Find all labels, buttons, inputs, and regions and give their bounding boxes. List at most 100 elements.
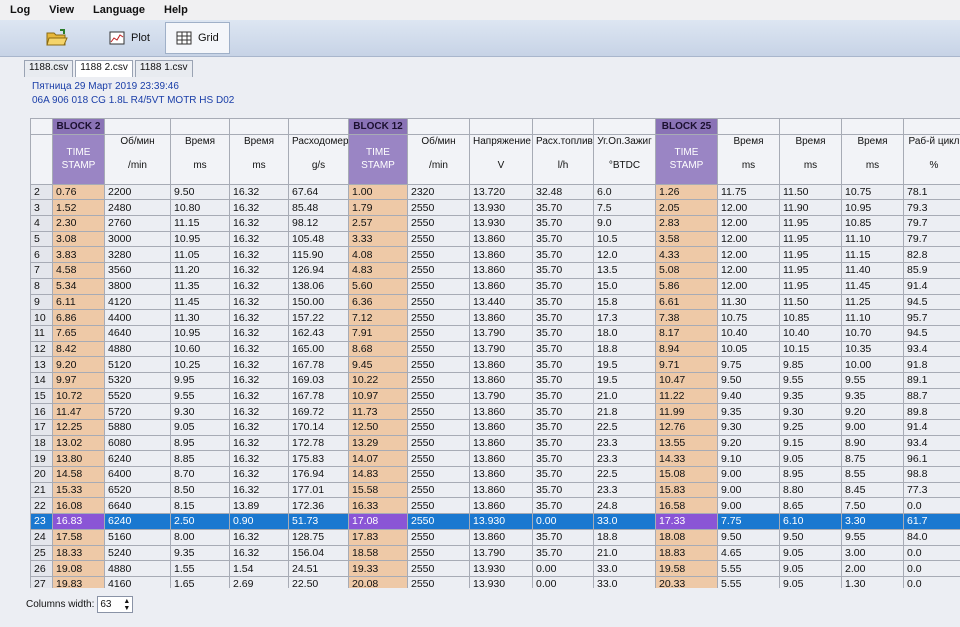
grid-cell[interactable]: 9.75 xyxy=(717,356,780,373)
grid-cell[interactable]: 167.78 xyxy=(288,356,349,373)
grid-cell[interactable]: 16.32 xyxy=(229,215,289,232)
grid-cell[interactable]: 33.0 xyxy=(593,513,656,530)
grid-cell[interactable]: 9.55 xyxy=(170,387,230,405)
grid-cell[interactable]: 2550 xyxy=(407,340,470,358)
grid-cell[interactable]: 4640 xyxy=(104,324,171,342)
grid-cell[interactable]: 14.07 xyxy=(348,450,408,468)
grid-cell[interactable]: 7.12 xyxy=(348,309,408,326)
grid-cell[interactable]: 2.00 xyxy=(841,560,904,577)
grid-cell[interactable]: 8.42 xyxy=(52,340,105,358)
grid-cell[interactable]: 21.0 xyxy=(593,544,656,562)
grid-cell[interactable]: 11.10 xyxy=(841,230,904,248)
grid-cell[interactable]: 8.95 xyxy=(170,434,230,452)
grid-cell[interactable]: 13.860 xyxy=(469,466,533,483)
tab-file-1188-1[interactable]: 1188 1.csv xyxy=(134,60,193,77)
grid-cell[interactable]: 18.83 xyxy=(655,544,718,562)
grid-cell[interactable]: 19.5 xyxy=(593,371,656,389)
grid-cell[interactable]: 9.00 xyxy=(717,481,780,499)
grid-cell[interactable]: 11.95 xyxy=(779,230,842,248)
grid-cell[interactable]: 167.78 xyxy=(288,387,349,405)
grid-cell[interactable]: 2550 xyxy=(407,560,470,577)
grid-cell[interactable]: 4.83 xyxy=(348,262,408,279)
grid-cell[interactable]: 18.8 xyxy=(593,340,656,358)
grid-cell[interactable]: 3.33 xyxy=(348,230,408,248)
grid-cell[interactable]: 16.32 xyxy=(229,340,289,358)
grid-cell[interactable]: 3000 xyxy=(104,230,171,248)
grid-cell[interactable]: 2550 xyxy=(407,277,470,295)
grid-cell[interactable]: 6.10 xyxy=(779,513,842,530)
grid-cell[interactable]: 35.70 xyxy=(532,403,594,420)
column-header-12[interactable]: Время ms xyxy=(717,133,780,185)
grid-cell[interactable]: 95.7 xyxy=(903,309,960,326)
grid-cell[interactable]: 16.08 xyxy=(52,497,105,515)
grid-cell[interactable]: 35.70 xyxy=(532,293,594,311)
grid-cell[interactable]: 2550 xyxy=(407,466,470,483)
tab-file-1188[interactable]: 1188.csv xyxy=(24,60,74,77)
grid-cell[interactable]: 11.95 xyxy=(779,246,842,264)
row-number[interactable]: 24 xyxy=(30,528,53,546)
grid-cell[interactable]: 13.860 xyxy=(469,277,533,295)
row-number[interactable]: 16 xyxy=(30,403,53,420)
grid-cell[interactable]: 35.70 xyxy=(532,497,594,515)
grid-cell[interactable]: 2550 xyxy=(407,544,470,562)
grid-cell[interactable]: 23.3 xyxy=(593,450,656,468)
grid-cell[interactable]: 13.440 xyxy=(469,293,533,311)
grid-cell[interactable]: 3280 xyxy=(104,246,171,264)
grid-cell[interactable]: 77.3 xyxy=(903,481,960,499)
grid-cell[interactable]: 8.70 xyxy=(170,466,230,483)
grid-cell[interactable]: 9.0 xyxy=(593,215,656,232)
grid-cell[interactable]: 13.860 xyxy=(469,230,533,248)
grid-cell[interactable]: 12.50 xyxy=(348,419,408,436)
grid-cell[interactable]: 16.32 xyxy=(229,230,289,248)
grid-cell[interactable]: 11.35 xyxy=(170,277,230,295)
grid-cell[interactable]: 4880 xyxy=(104,560,171,577)
grid-cell[interactable]: 13.89 xyxy=(229,497,289,515)
grid-cell[interactable]: 18.08 xyxy=(655,528,718,546)
table-row[interactable]: 11 7.65 4640 10.95 16.32 162.43 7.91 2550 13.790… xyxy=(30,324,960,342)
grid-cell[interactable]: 35.70 xyxy=(532,340,594,358)
row-number[interactable]: 14 xyxy=(30,371,53,389)
grid-cell[interactable]: 35.70 xyxy=(532,246,594,264)
grid-cell[interactable]: 3.58 xyxy=(655,230,718,248)
grid-cell[interactable]: 138.06 xyxy=(288,277,349,295)
grid-cell[interactable]: 13.860 xyxy=(469,371,533,389)
menu-help[interactable]: Help xyxy=(154,4,197,16)
grid-cell[interactable]: 94.5 xyxy=(903,293,960,311)
grid-cell[interactable]: 17.83 xyxy=(348,528,408,546)
grid-cell[interactable]: 16.32 xyxy=(229,246,289,264)
grid-cell[interactable]: 11.40 xyxy=(841,262,904,279)
grid-cell[interactable]: 9.35 xyxy=(717,403,780,420)
grid-cell[interactable]: 0.00 xyxy=(532,560,594,577)
grid-cell[interactable]: 16.32 xyxy=(229,199,289,217)
grid-cell[interactable]: 2760 xyxy=(104,215,171,232)
column-header-7[interactable]: Об/мин/min xyxy=(407,133,470,185)
table-row[interactable]: 2 0.76 2200 9.50 16.32 67.64 1.00 2320 13.720 32.… xyxy=(30,183,960,201)
grid-cell[interactable]: 11.15 xyxy=(170,215,230,232)
column-header-4[interactable]: Время ms xyxy=(229,133,289,185)
grid-cell[interactable]: 10.85 xyxy=(841,215,904,232)
grid-cell[interactable]: 1.00 xyxy=(348,183,408,201)
grid-cell[interactable]: 5.60 xyxy=(348,277,408,295)
grid-cell[interactable]: 2550 xyxy=(407,309,470,326)
grid-cell[interactable]: 13.55 xyxy=(655,434,718,452)
menu-log[interactable]: Log xyxy=(0,4,39,16)
grid-cell[interactable]: 13.930 xyxy=(469,575,533,588)
grid-cell[interactable]: 13.790 xyxy=(469,340,533,358)
grid-cell[interactable]: 2550 xyxy=(407,199,470,217)
spin-arrows-icon[interactable]: ▲ ▼ xyxy=(123,598,130,612)
grid-cell[interactable]: 1.26 xyxy=(655,183,718,201)
grid-cell[interactable]: 8.50 xyxy=(170,481,230,499)
grid-cell[interactable]: 10.95 xyxy=(841,199,904,217)
grid-cell[interactable]: 1.30 xyxy=(841,575,904,588)
grid-cell[interactable]: 8.90 xyxy=(841,434,904,452)
grid-cell[interactable]: 6640 xyxy=(104,497,171,515)
grid-cell[interactable]: 6240 xyxy=(104,450,171,468)
grid-cell[interactable]: 9.55 xyxy=(841,528,904,546)
grid-cell[interactable]: 13.860 xyxy=(469,450,533,468)
grid-cell[interactable]: 6.11 xyxy=(52,293,105,311)
grid-cell[interactable]: 12.00 xyxy=(717,230,780,248)
grid-cell[interactable]: 9.30 xyxy=(779,403,842,420)
grid-cell[interactable]: 115.90 xyxy=(288,246,349,264)
grid-cell[interactable]: 2.30 xyxy=(52,215,105,232)
row-number[interactable]: 8 xyxy=(30,277,53,295)
